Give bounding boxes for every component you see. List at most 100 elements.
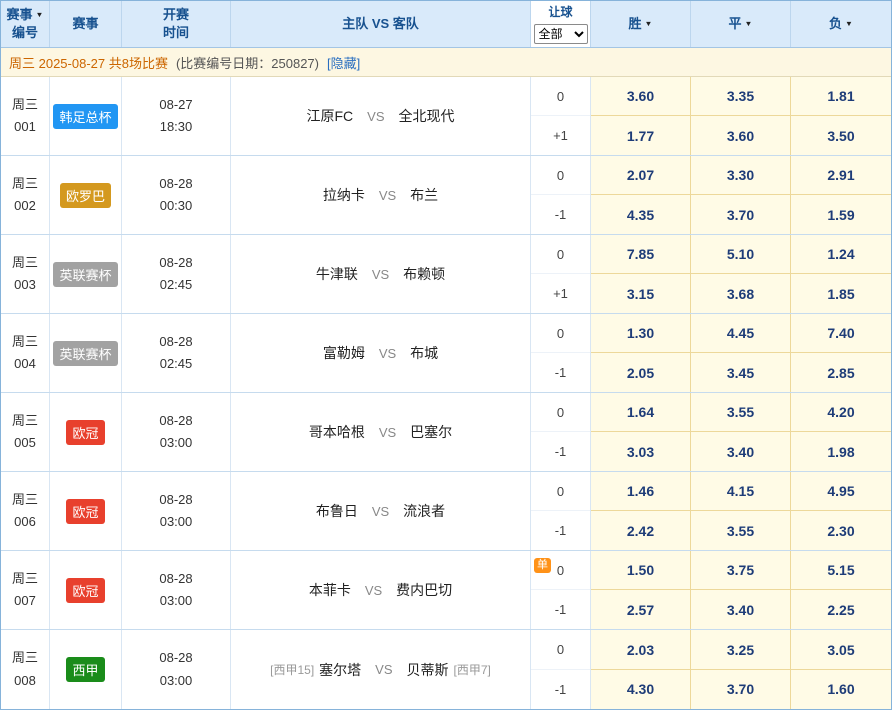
odds-win[interactable]: 1.46 — [591, 472, 690, 511]
odds-lose[interactable]: 7.40 — [791, 314, 891, 353]
odds-lose[interactable]: 1.98 — [791, 432, 891, 471]
odds-lose[interactable]: 1.24 — [791, 235, 891, 274]
odds-draw[interactable]: 3.30 — [691, 156, 790, 195]
odds-draw[interactable]: 5.10 — [691, 235, 790, 274]
odds-draw[interactable]: 3.68 — [691, 274, 790, 313]
time-cell: 08-2803:00 — [122, 630, 231, 709]
odds-column-win: 1.502.57 — [591, 551, 691, 629]
odds-lose[interactable]: 2.25 — [791, 590, 891, 629]
odds-draw[interactable]: 3.75 — [691, 551, 790, 590]
teams-cell: 江原FCVS全北现代 — [231, 77, 531, 155]
handicap-value: 0 — [531, 235, 590, 274]
handicap-value: 0 — [531, 631, 590, 670]
odds-win[interactable]: 2.57 — [591, 590, 690, 629]
odds-draw[interactable]: 3.45 — [691, 353, 790, 392]
vs-label: VS — [372, 504, 389, 519]
odds-win[interactable]: 1.64 — [591, 393, 690, 432]
match-number: 008 — [14, 670, 36, 692]
odds-win[interactable]: 2.07 — [591, 156, 690, 195]
odds-lose[interactable]: 1.59 — [791, 195, 891, 234]
league-badge: 西甲 — [66, 657, 104, 682]
match-row: 周三005欧冠08-2803:00哥本哈根VS巴塞尔0-11.643.033.5… — [1, 393, 891, 472]
odds-draw[interactable]: 3.55 — [691, 511, 790, 550]
chevron-down-icon[interactable]: ▼ — [36, 10, 44, 20]
handicap-value: -1 — [531, 432, 590, 471]
odds-win[interactable]: 7.85 — [591, 235, 690, 274]
odds-draw[interactable]: 3.25 — [691, 631, 790, 670]
vs-label: VS — [365, 583, 382, 598]
match-list: 周三001韩足总杯08-2718:30江原FCVS全北现代0+13.601.77… — [1, 77, 891, 709]
odds-column-lose: 1.813.50 — [791, 77, 891, 155]
odds-column-win: 1.643.03 — [591, 393, 691, 471]
odds-column-draw: 3.303.70 — [691, 156, 791, 234]
odds-draw[interactable]: 4.45 — [691, 314, 790, 353]
odds-win[interactable]: 3.03 — [591, 432, 690, 471]
odds-win[interactable]: 1.50 — [591, 551, 690, 590]
odds-lose[interactable]: 3.50 — [791, 116, 891, 155]
odds-lose[interactable]: 2.85 — [791, 353, 891, 392]
header-win-label: 胜 — [629, 15, 642, 33]
odds-column-win: 1.302.05 — [591, 314, 691, 392]
chevron-down-icon[interactable]: ▼ — [745, 19, 753, 29]
table-header: 赛事 ▼ 编号 赛事 开赛 时间 主队 VS 客队 让球 全部 胜 ▼ — [1, 1, 891, 48]
header-league: 赛事 — [50, 1, 122, 47]
odds-column-draw: 4.153.55 — [691, 472, 791, 550]
match-date: 08-27 — [159, 94, 192, 116]
header-win[interactable]: 胜 ▼ — [591, 1, 691, 47]
odds-lose[interactable]: 2.91 — [791, 156, 891, 195]
header-lose-label: 负 — [829, 15, 842, 33]
odds-win[interactable]: 2.05 — [591, 353, 690, 392]
time-cell: 08-2802:45 — [122, 314, 231, 392]
odds-draw[interactable]: 3.40 — [691, 432, 790, 471]
odds-win[interactable]: 1.77 — [591, 116, 690, 155]
match-id-cell: 周三008 — [1, 630, 50, 709]
odds-win[interactable]: 1.30 — [591, 314, 690, 353]
odds-lose[interactable]: 1.81 — [791, 77, 891, 116]
home-team: 本菲卡 — [309, 580, 351, 600]
odds-draw[interactable]: 4.15 — [691, 472, 790, 511]
odds-lose[interactable]: 2.30 — [791, 511, 891, 550]
teams-cell: [西甲15]塞尔塔VS贝蒂斯[西甲7] — [231, 630, 531, 709]
odds-draw[interactable]: 3.55 — [691, 393, 790, 432]
hide-link[interactable]: [隐藏] — [327, 53, 360, 72]
chevron-down-icon[interactable]: ▼ — [845, 19, 853, 29]
odds-win[interactable]: 2.42 — [591, 511, 690, 550]
odds-lose[interactable]: 1.60 — [791, 670, 891, 709]
odds-lose[interactable]: 5.15 — [791, 551, 891, 590]
odds-lose[interactable]: 4.20 — [791, 393, 891, 432]
odds-win[interactable]: 3.60 — [591, 77, 690, 116]
odds-draw[interactable]: 3.70 — [691, 195, 790, 234]
odds-win[interactable]: 4.30 — [591, 670, 690, 709]
time-cell: 08-2802:45 — [122, 235, 231, 313]
date-bar: 周三 2025-08-27 共8场比赛 (比赛编号日期：250827) [隐藏] — [1, 48, 891, 77]
odds-draw[interactable]: 3.60 — [691, 116, 790, 155]
teams-cell: 本菲卡VS费内巴切 — [231, 551, 531, 629]
header-match-number[interactable]: 赛事 ▼ 编号 — [1, 1, 50, 47]
odds-win[interactable]: 2.03 — [591, 631, 690, 670]
away-team: 流浪者 — [403, 501, 445, 521]
betting-odds-table: 赛事 ▼ 编号 赛事 开赛 时间 主队 VS 客队 让球 全部 胜 ▼ — [0, 0, 892, 710]
header-draw[interactable]: 平 ▼ — [691, 1, 791, 47]
odds-column-lose: 5.152.25 — [791, 551, 891, 629]
odds-draw[interactable]: 3.40 — [691, 590, 790, 629]
single-bet-badge: 单 — [534, 558, 551, 573]
date-summary: 周三 2025-08-27 共8场比赛 — [9, 53, 168, 72]
header-match-number-label-line2: 编号 — [12, 24, 38, 42]
league-cell: 韩足总杯 — [50, 77, 122, 155]
vs-label: VS — [367, 109, 384, 124]
odds-draw[interactable]: 3.70 — [691, 670, 790, 709]
chevron-down-icon[interactable]: ▼ — [645, 19, 653, 29]
odds-lose[interactable]: 1.85 — [791, 274, 891, 313]
odds-win[interactable]: 4.35 — [591, 195, 690, 234]
handicap-cell: 0-1 — [531, 630, 591, 709]
odds-draw[interactable]: 3.35 — [691, 77, 790, 116]
odds-column-draw: 3.553.40 — [691, 393, 791, 471]
home-team: 布鲁日 — [316, 501, 358, 521]
odds-lose[interactable]: 4.95 — [791, 472, 891, 511]
handicap-filter-select[interactable]: 全部 — [534, 24, 588, 44]
header-lose[interactable]: 负 ▼ — [791, 1, 891, 47]
odds-win[interactable]: 3.15 — [591, 274, 690, 313]
handicap-value: +1 — [531, 274, 590, 313]
league-cell: 欧冠 — [50, 551, 122, 629]
odds-lose[interactable]: 3.05 — [791, 631, 891, 670]
